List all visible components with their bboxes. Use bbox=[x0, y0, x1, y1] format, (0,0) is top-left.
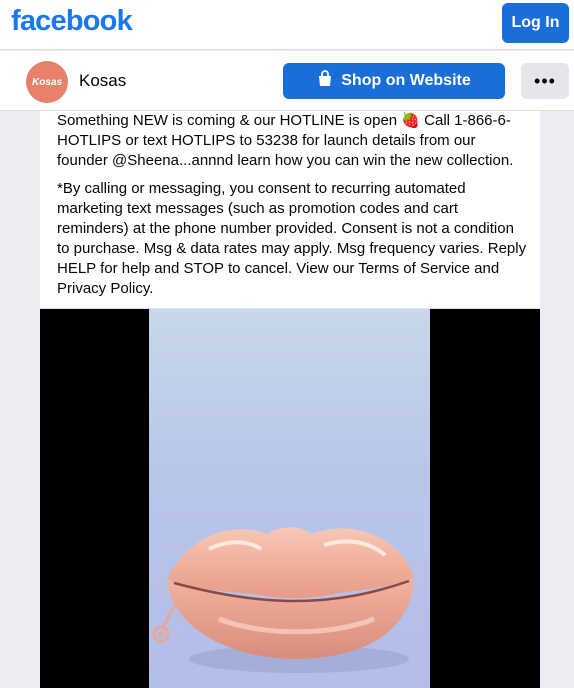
login-button[interactable]: Log In bbox=[502, 3, 569, 43]
lips-phone-image bbox=[152, 527, 414, 673]
page-header: Kosas Kosas Shop on Website ••• bbox=[0, 51, 574, 111]
post-paragraph: Something NEW is coming & our HOTLINE is… bbox=[57, 112, 514, 169]
shopping-bag-icon bbox=[317, 70, 333, 92]
facebook-logo[interactable]: facebook bbox=[11, 5, 133, 38]
post-text: Something NEW is coming & our HOTLINE is… bbox=[57, 111, 527, 307]
video-player[interactable] bbox=[40, 309, 540, 688]
more-options-icon: ••• bbox=[534, 70, 556, 91]
video-frame bbox=[149, 309, 430, 688]
shop-button-label: Shop on Website bbox=[341, 72, 471, 89]
top-bar: facebook Log In bbox=[0, 0, 574, 50]
avatar[interactable]: Kosas bbox=[26, 61, 68, 103]
page-name[interactable]: Kosas bbox=[79, 71, 126, 91]
shop-on-website-button[interactable]: Shop on Website bbox=[283, 63, 505, 99]
avatar-text: Kosas bbox=[31, 76, 62, 88]
post-paragraph: *By calling or messaging, you consent to… bbox=[57, 180, 527, 297]
post-card: Something NEW is coming & our HOTLINE is… bbox=[40, 111, 540, 688]
more-options-button[interactable]: ••• bbox=[521, 63, 569, 99]
